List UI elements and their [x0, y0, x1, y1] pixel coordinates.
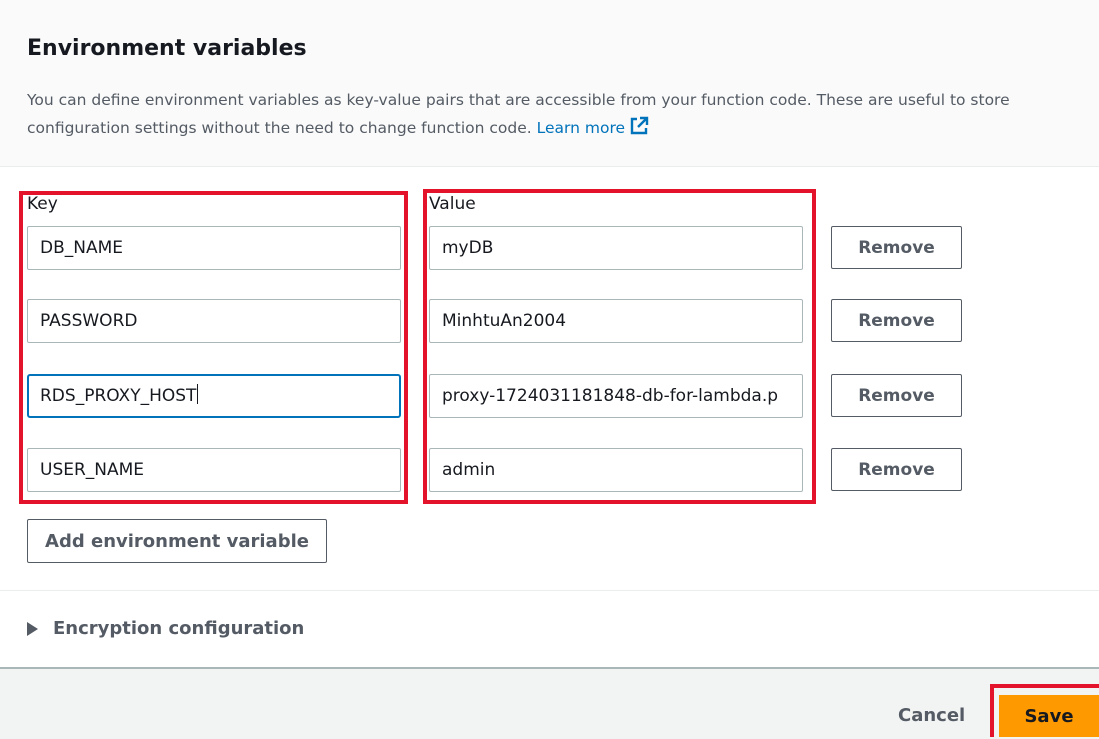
remove-button-user-name[interactable]: Remove — [831, 448, 962, 491]
value-input-user-name[interactable]: admin — [429, 448, 803, 492]
encryption-configuration-toggle[interactable]: Encryption configuration — [27, 618, 304, 639]
section-header: Environment variables You can define env… — [0, 0, 1099, 167]
learn-more-label: Learn more — [536, 119, 626, 137]
caret-right-icon — [27, 621, 38, 636]
key-input-db-name[interactable]: DB_NAME — [27, 226, 401, 270]
description-text: You can define environment variables as … — [27, 91, 1010, 137]
key-column-label: Key — [27, 194, 58, 214]
key-input-password[interactable]: PASSWORD — [27, 299, 401, 343]
divider — [0, 590, 1099, 591]
key-input-rds-proxy-host-text: RDS_PROXY_HOST — [40, 386, 197, 406]
key-input-rds-proxy-host[interactable]: RDS_PROXY_HOST — [27, 374, 401, 418]
value-input-db-name[interactable]: myDB — [429, 226, 803, 270]
learn-more-link[interactable]: Learn more — [536, 116, 649, 137]
section-title: Environment variables — [27, 36, 307, 61]
value-column-label: Value — [429, 194, 476, 214]
add-environment-variable-button[interactable]: Add environment variable — [27, 519, 327, 563]
remove-button-db-name[interactable]: Remove — [831, 226, 962, 269]
value-input-password[interactable]: MinhtuAn2004 — [429, 299, 803, 343]
remove-button-password[interactable]: Remove — [831, 299, 962, 342]
remove-button-rds-proxy-host[interactable]: Remove — [831, 374, 962, 417]
section-description: You can define environment variables as … — [27, 86, 1087, 145]
save-button[interactable]: Save — [999, 695, 1099, 737]
text-cursor — [197, 384, 199, 404]
encryption-configuration-label: Encryption configuration — [53, 618, 305, 639]
cancel-button[interactable]: Cancel — [898, 705, 965, 726]
external-link-icon — [629, 116, 649, 145]
key-input-user-name[interactable]: USER_NAME — [27, 448, 401, 492]
value-input-rds-proxy-host[interactable]: proxy-1724031181848-db-for-lambda.p — [429, 374, 803, 418]
footer-bar — [0, 667, 1099, 739]
